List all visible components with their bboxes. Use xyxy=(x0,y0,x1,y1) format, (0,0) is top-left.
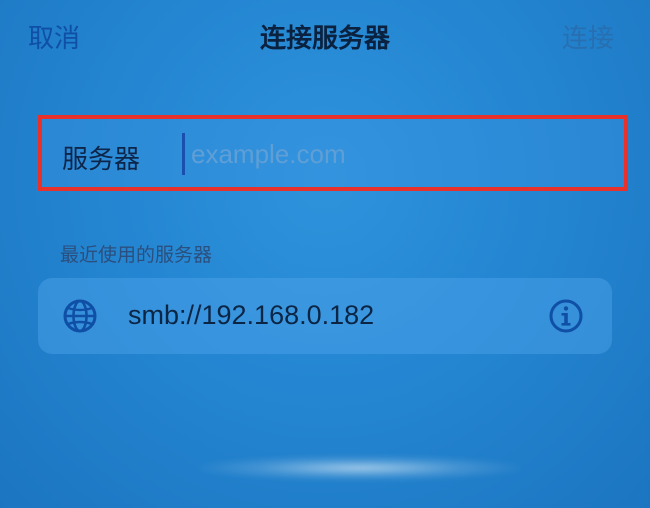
recent-servers-header: 最近使用的服务器 xyxy=(60,244,213,266)
navigation-bar: 取消 连接服务器 连接 xyxy=(0,0,650,70)
connect-button[interactable]: 连接 xyxy=(562,18,614,55)
recent-server-address: smb://192.168.0.182 xyxy=(128,300,375,330)
screen-glare xyxy=(200,455,520,481)
info-icon[interactable] xyxy=(548,298,584,334)
server-address-row: 服务器 xyxy=(38,115,628,191)
server-address-input[interactable] xyxy=(182,133,611,175)
page-title: 连接服务器 xyxy=(259,24,390,54)
server-field-label: 服务器 xyxy=(62,145,141,175)
recent-server-item[interactable]: smb://192.168.0.182 xyxy=(38,278,612,354)
globe-icon xyxy=(62,298,98,334)
